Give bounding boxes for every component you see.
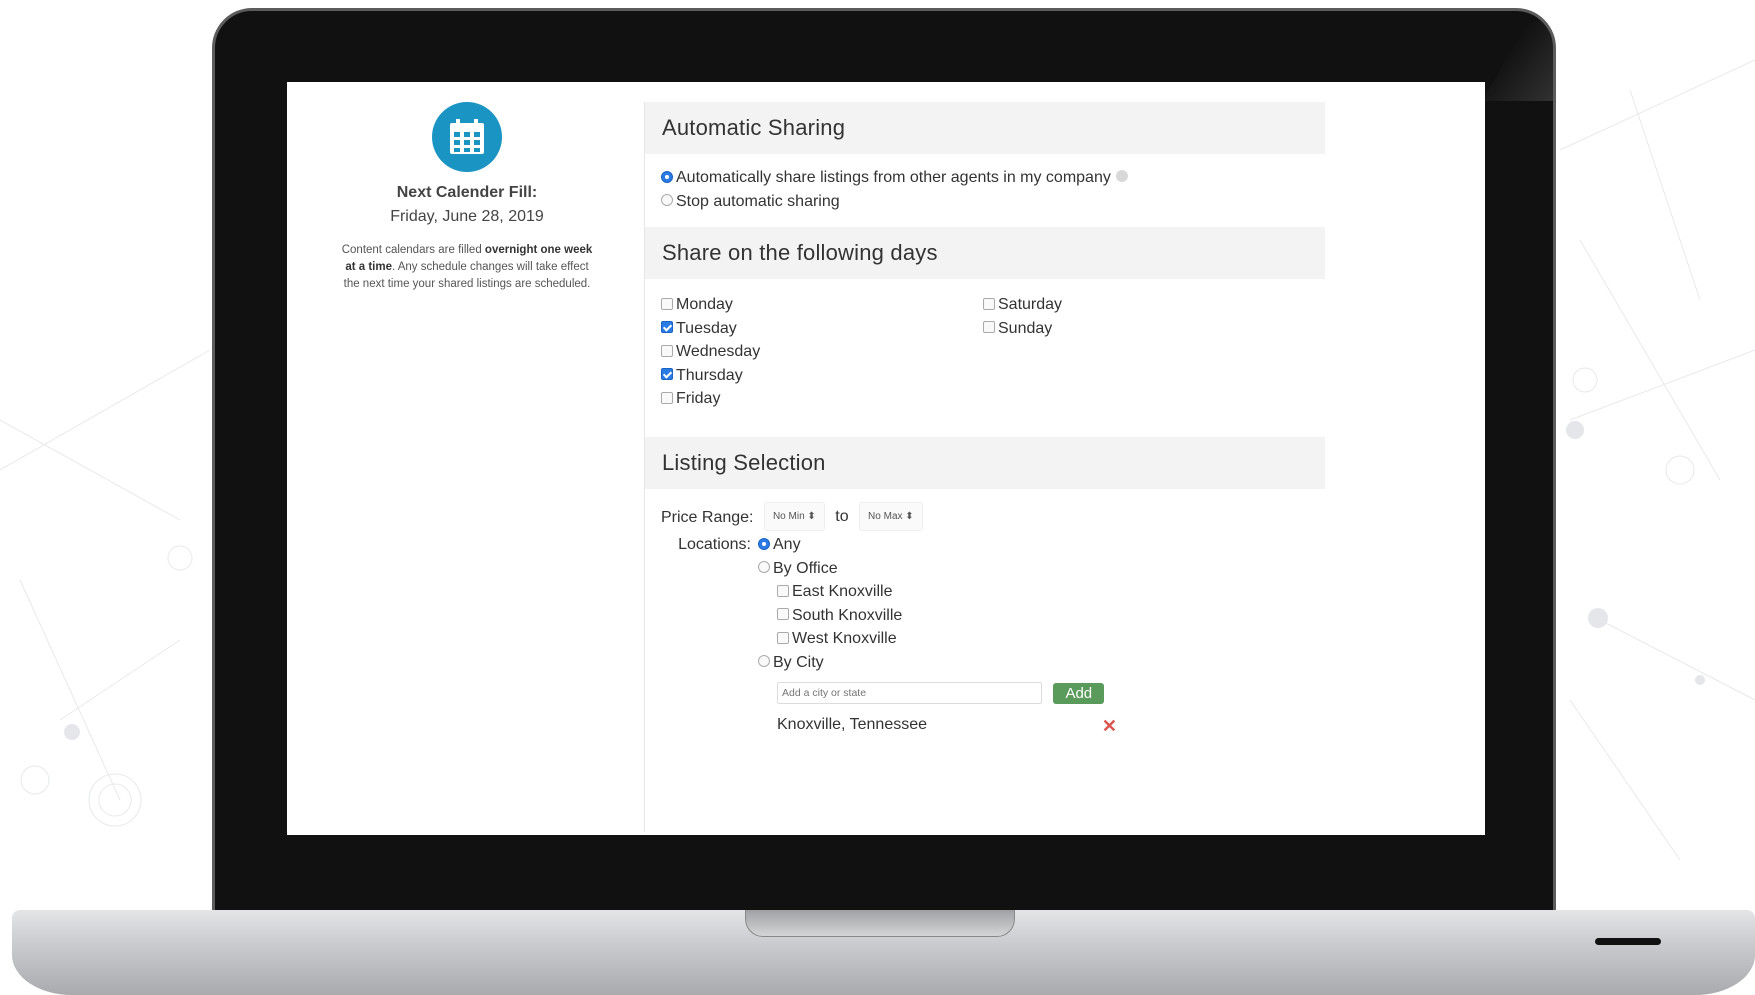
price-range-label: Price Range: xyxy=(661,508,754,526)
day-label: Tuesday xyxy=(676,319,737,337)
by-city-label: By City xyxy=(773,653,824,671)
office-east-knoxville[interactable]: East Knoxville xyxy=(777,580,1117,604)
section-title-share-days: Share on the following days xyxy=(645,227,1325,279)
office-checkbox[interactable] xyxy=(777,584,789,597)
any-label: Any xyxy=(773,536,801,553)
section-title-automatic-sharing: Automatic Sharing xyxy=(645,102,1325,154)
auto-share-label: Automatically share listings from other … xyxy=(676,169,1111,186)
to-label: to xyxy=(835,508,849,526)
office-west-knoxville[interactable]: West Knoxville xyxy=(777,627,1117,651)
schedule-note: Content calendars are filled overnight o… xyxy=(341,244,593,290)
day-label: Saturday xyxy=(998,296,1063,313)
office-south-knoxville[interactable]: South Knoxville xyxy=(777,604,1117,628)
day-label: Wednesday xyxy=(676,343,761,360)
day-thursday[interactable]: Thursday xyxy=(661,364,983,388)
add-city-row: Add xyxy=(758,682,1117,704)
day-wednesday[interactable]: Wednesday xyxy=(661,340,983,364)
thursday-checkbox[interactable] xyxy=(661,368,673,381)
weekday-column: Monday Tuesday Wednesday Thursday Friday xyxy=(661,293,983,411)
next-fill-title: Next Calender Fill: xyxy=(396,184,538,201)
wednesday-checkbox[interactable] xyxy=(661,344,673,357)
price-max-select[interactable]: No Max ⬍ xyxy=(859,501,923,531)
day-label: Monday xyxy=(676,296,733,313)
info-icon[interactable] xyxy=(1115,169,1128,182)
monday-checkbox[interactable] xyxy=(661,297,673,310)
day-monday[interactable]: Monday xyxy=(661,293,983,317)
day-friday[interactable]: Friday xyxy=(661,387,983,411)
add-city-button[interactable]: Add xyxy=(1053,682,1105,704)
locations-label: Locations: xyxy=(678,536,751,553)
laptop-hinge-notch xyxy=(745,910,1015,937)
price-min-select[interactable]: No Min ⬍ xyxy=(763,501,825,531)
location-any[interactable]: Any xyxy=(758,533,1117,557)
option-auto-share[interactable]: Automatically share listings from other … xyxy=(661,166,1325,190)
auto-share-radio[interactable] xyxy=(661,170,673,183)
section-title-listing-selection: Listing Selection xyxy=(645,436,1325,489)
office-label: East Knoxville xyxy=(792,583,893,600)
saturday-checkbox[interactable] xyxy=(983,297,995,310)
by-city-radio[interactable] xyxy=(758,655,770,668)
screen-glare xyxy=(1481,21,1553,101)
office-label: South Knoxville xyxy=(792,606,903,624)
any-radio[interactable] xyxy=(758,537,770,550)
option-stop-sharing[interactable]: Stop automatic sharing xyxy=(661,190,1325,214)
stop-sharing-radio[interactable] xyxy=(661,194,673,207)
day-saturday[interactable]: Saturday xyxy=(983,293,1305,317)
day-label: Thursday xyxy=(676,366,743,384)
day-label: Sunday xyxy=(998,319,1053,337)
city-input[interactable] xyxy=(777,682,1042,704)
office-checkbox[interactable] xyxy=(777,631,789,644)
stop-sharing-label: Stop automatic sharing xyxy=(676,192,840,210)
city-name: Knoxville, Tennessee xyxy=(777,716,928,733)
next-fill-panel: Next Calender Fill: Friday, June 28, 201… xyxy=(337,102,597,293)
next-fill-date: Friday, June 28, 2019 xyxy=(390,208,544,225)
locations-options: Any By Office East Knoxville South Knoxv… xyxy=(758,533,1117,737)
day-tuesday[interactable]: Tuesday xyxy=(661,317,983,341)
day-sunday[interactable]: Sunday xyxy=(983,317,1305,341)
weekend-column: Saturday Sunday xyxy=(983,293,1305,411)
office-checkbox[interactable] xyxy=(777,608,789,621)
city-list-item: Knoxville, Tennessee ✕ xyxy=(758,716,1117,737)
tuesday-checkbox[interactable] xyxy=(661,321,673,334)
settings-panel: Automatic Sharing Automatically share li… xyxy=(644,102,1325,832)
day-label: Friday xyxy=(676,390,721,407)
laptop-indicator xyxy=(1595,938,1661,945)
calendar-icon xyxy=(432,102,502,172)
remove-city-icon[interactable]: ✕ xyxy=(1102,716,1117,737)
price-range-row: Price Range: No Min ⬍ to No Max ⬍ xyxy=(661,501,1325,531)
office-label: West Knoxville xyxy=(792,630,897,647)
friday-checkbox[interactable] xyxy=(661,391,673,404)
by-office-label: By Office xyxy=(773,559,838,577)
screen: Next Calender Fill: Friday, June 28, 201… xyxy=(287,82,1485,835)
location-by-city[interactable]: By City xyxy=(758,651,1117,675)
location-by-office[interactable]: By Office xyxy=(758,557,1117,581)
sunday-checkbox[interactable] xyxy=(983,321,995,334)
by-office-radio[interactable] xyxy=(758,561,770,574)
